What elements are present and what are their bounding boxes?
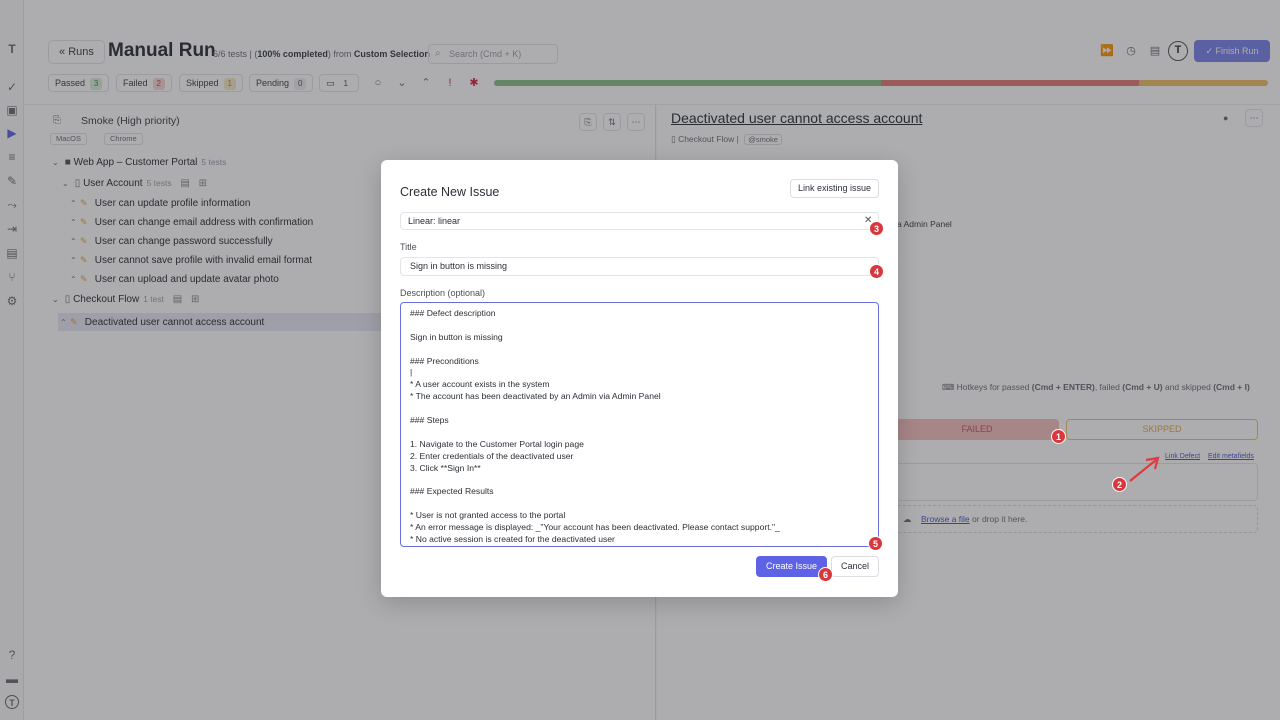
annotation-arrow [1129, 456, 1160, 482]
step-marker-4: 4 [869, 264, 884, 279]
step-marker-1: 1 [1051, 429, 1066, 444]
description-line: * User is not granted access to the port… [410, 510, 566, 521]
modal-title: Create New Issue [400, 185, 500, 199]
description-line [410, 427, 869, 439]
description-line: Sign in button is missing [410, 331, 503, 342]
description-label: Description (optional) [400, 288, 486, 298]
step-marker-3: 3 [869, 221, 884, 236]
step-marker-2: 2 [1112, 477, 1127, 492]
description-line [410, 498, 869, 510]
description-line [410, 320, 869, 332]
description-line [410, 474, 869, 486]
description-line [410, 403, 869, 415]
description-line: * No active session is created for the d… [410, 533, 615, 544]
link-existing-issue-button[interactable]: Link existing issue [790, 179, 880, 198]
description-line: 2. Enter credentials of the deactivated … [410, 450, 574, 461]
step-marker-6: 6 [818, 567, 833, 582]
cancel-button[interactable]: Cancel [831, 556, 879, 577]
title-label: Title [400, 242, 417, 252]
description-line: ### Steps [410, 415, 449, 426]
description-line: | [410, 367, 413, 378]
description-textarea[interactable]: ### Defect description Sign in button is … [400, 302, 879, 547]
description-line: ### Defect description [410, 308, 496, 318]
description-line: * An error message is displayed: _"Your … [410, 522, 780, 533]
description-line: * The account has been deactivated by an… [410, 391, 661, 402]
create-issue-button[interactable]: Create Issue [756, 556, 827, 577]
description-line: ### Expected Results [410, 486, 494, 497]
step-marker-5: 5 [868, 536, 883, 551]
create-issue-modal: Create New Issue Link existing issue Lin… [381, 160, 898, 597]
description-line: 3. Click **Sign In** [410, 462, 481, 473]
description-line: ### Preconditions [410, 355, 479, 366]
description-line: * A user account exists in the system [410, 379, 550, 390]
description-line [410, 344, 869, 356]
title-field[interactable]: Sign in button is missing [400, 257, 879, 276]
description-line: 1. Navigate to the Customer Portal login… [410, 438, 584, 449]
issue-tracker-select[interactable]: Linear: linear [400, 212, 879, 230]
